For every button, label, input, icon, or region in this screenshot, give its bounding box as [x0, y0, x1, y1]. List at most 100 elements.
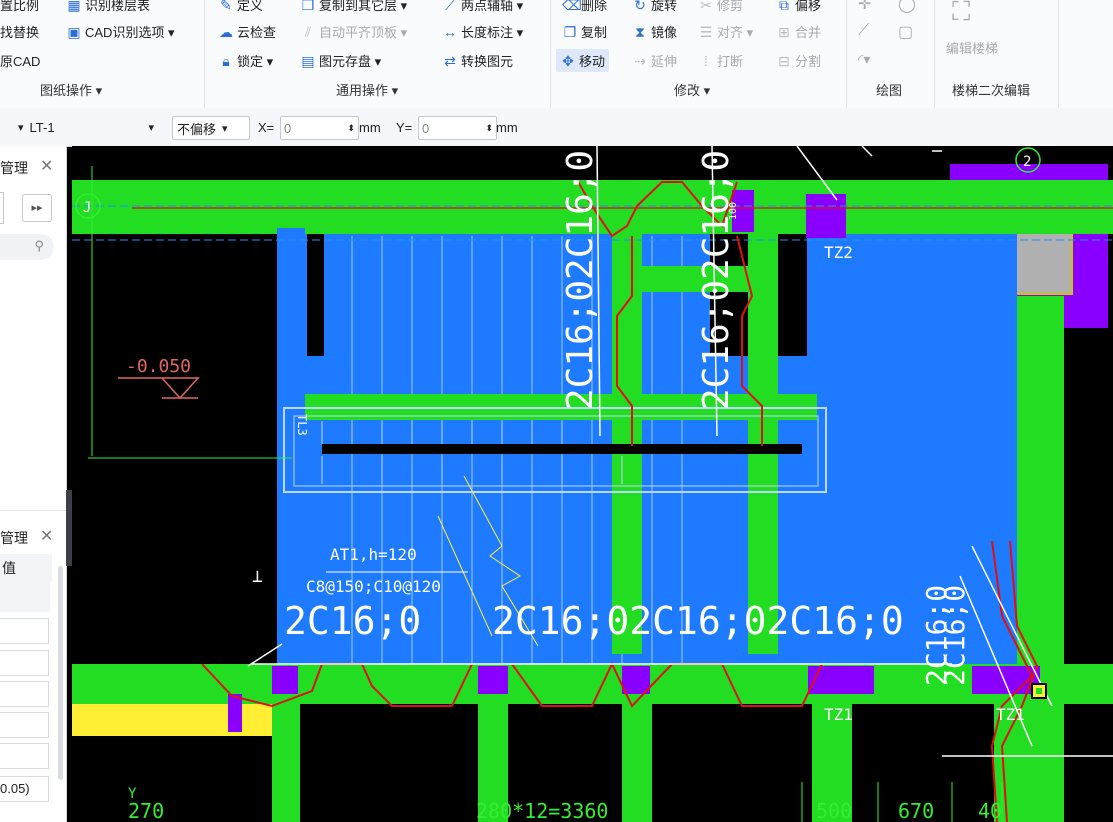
rebar-label-bottom: 2C16;02C16;02C16;0 [492, 599, 904, 643]
property-value-3[interactable] [0, 681, 49, 707]
ribbon: 置比例 ▦ 识别楼层表 找替换 ▣ CAD识别选项 ▾ 原CAD 图纸操作 ▾ ✎ 定… [0, 0, 1113, 109]
rotate-icon: ↻ [634, 0, 646, 13]
lock-icon: 🔒︎ [222, 52, 230, 69]
offset-mode-select[interactable]: 不偏移 ▾ [172, 116, 250, 140]
divider [0, 510, 66, 511]
trim-button[interactable]: ✂ 修剪 [698, 0, 743, 14]
axis-icon: ⟋ [445, 0, 455, 13]
two-point-axis-button[interactable]: ⟋ 两点辅轴 ▾ [442, 0, 523, 14]
panel-select-box[interactable] [0, 192, 4, 224]
left-panel: 管理 ✕ ▸▸ ⚲ 管理 ✕ 值 0.05) [0, 146, 67, 822]
mirror-button[interactable]: ⧗ 镜像 [632, 22, 677, 41]
align-icon: ☰ [699, 23, 713, 40]
extend-button[interactable]: ⇢ 延伸 [632, 51, 677, 70]
offset-icon: ⧉ [779, 0, 789, 13]
dim-bottom: 270 [128, 799, 164, 822]
restore-cad-button[interactable]: 原CAD [0, 51, 40, 70]
property-value-5[interactable] [0, 743, 49, 769]
dim-bottom: 40 [978, 799, 1002, 822]
offset-button[interactable]: ⧉ 偏移 [776, 0, 821, 14]
define-button[interactable]: ✎ 定义 [218, 0, 263, 14]
copy-to-layer-button[interactable]: ❐ 复制到其它层 ▾ [300, 0, 407, 14]
rectangle-tool-icon[interactable]: ▢ [898, 22, 913, 42]
save-element-button[interactable]: ▤ 图元存盘 ▾ [300, 51, 381, 70]
grip-handle-center [1036, 688, 1042, 694]
set-scale-button[interactable]: 置比例 [0, 0, 39, 14]
move-button[interactable]: ✥ 移动 [556, 49, 610, 72]
component-select[interactable]: ▾ LT-1 ▾ [18, 116, 158, 138]
edit-stairs-icon: ⛶ [952, 0, 971, 26]
search-icon: ⚲ [34, 238, 44, 253]
copy-layer-icon: ❐ [301, 0, 315, 13]
rebar-label-vertical: 2C16;02C16;0 [696, 150, 737, 410]
cad-options-button[interactable]: ▣ CAD识别选项 ▾ [66, 22, 174, 41]
group-label-drawing[interactable]: 图纸操作 ▾ [40, 80, 102, 99]
stair-start-mark: ⊥ [252, 566, 263, 587]
y-offset-input[interactable]: 0 ⬍ [418, 116, 497, 140]
cloud-check-button[interactable]: ☁ 云检查 [218, 22, 276, 41]
x-offset-input[interactable]: 0 ⬍ [280, 116, 359, 140]
property-value-4[interactable] [0, 712, 49, 738]
property-value-1[interactable] [0, 618, 49, 644]
ribbon-group-draw: ✛ ◯ ⟋ ▢ ◜▾ 绘图 [846, 0, 935, 108]
convert-element-button[interactable]: ⇄ 转换图元 [442, 51, 513, 70]
define-icon: ✎ [220, 0, 232, 13]
trim-icon: ✂ [700, 0, 712, 13]
split-button[interactable]: ⊟ 分割 [776, 51, 821, 70]
x-label: X= [258, 119, 275, 135]
copy-button[interactable]: ❐ 复制 [562, 22, 607, 41]
ribbon-group-modify: ⌫ 删除 ↻ 旋转 ✂ 修剪 ⧉ 偏移 ❐ 复制 ⧗ 镜像 ☰ 对齐 ▾ ⊞ 合并 ✥ 移动 ⇢ 延… [550, 0, 847, 108]
move-icon: ✥ [562, 52, 574, 69]
cad-canvas[interactable]: 1750 J 2 -0.050 2C16;02C16;0 2C16;02C16;… [72, 146, 1113, 822]
x-unit: mm [359, 119, 381, 135]
tz-label: TZ2 [824, 243, 853, 262]
scrollbar[interactable] [58, 566, 63, 780]
mirror-icon: ⧗ [635, 23, 645, 40]
line-tool-icon[interactable]: ⟋ [858, 22, 869, 40]
cloud-check-icon: ☁ [219, 23, 233, 40]
merge-button[interactable]: ⊞ 合并 [776, 22, 821, 41]
tz-label: TZ1 [996, 705, 1025, 724]
length-dimension-button[interactable]: ↔ 长度标注 ▾ [442, 22, 523, 41]
circle-tool-icon[interactable]: ◯ [898, 0, 916, 14]
break-button[interactable]: ⁞ 打断 [698, 51, 743, 70]
dim-bottom: 500 [816, 799, 852, 822]
axis-label-j: J [83, 200, 91, 216]
rebar-label-bottom: 2C16;0 [284, 599, 421, 643]
group-label-modify[interactable]: 修改 ▾ [674, 80, 710, 99]
ribbon-group-stairs: ⛶ 编辑楼梯 楼梯二次编辑 [934, 0, 1059, 108]
align-top-icon: ⫽ [304, 23, 312, 40]
layer-table-icon: ▦ [67, 0, 81, 13]
stair-label: AT1,h=120 [330, 545, 417, 564]
save-element-icon: ▤ [301, 52, 315, 69]
expand-icon[interactable]: ▸▸ [22, 194, 52, 222]
dim-bottom: 670 [898, 799, 934, 822]
lock-button[interactable]: 🔒︎ 锁定 ▾ [218, 51, 273, 70]
group-label-general[interactable]: 通用操作 ▾ [336, 80, 398, 99]
rotate-button[interactable]: ↻ 旋转 [632, 0, 677, 14]
search-box[interactable]: ⚲ [0, 234, 54, 260]
align-button[interactable]: ☰ 对齐 ▾ [698, 22, 753, 41]
gap [322, 444, 612, 454]
delete-button[interactable]: ⌫ 删除 [562, 0, 607, 14]
close-icon[interactable]: ✕ [40, 156, 53, 176]
find-replace-button[interactable]: 找替换 [0, 22, 39, 41]
property-column-header: 值 [0, 554, 52, 582]
tz-label: TZ1 [824, 705, 853, 724]
auto-align-top-button[interactable]: ⫽ 自动平齐顶板 ▾ [300, 22, 407, 41]
y-axis-indicator: Y [128, 786, 137, 802]
point-tool-icon[interactable]: ✛ [858, 0, 871, 14]
rebar-label-vertical: 2C16;0 [938, 585, 971, 686]
split-icon: ⊟ [778, 52, 790, 69]
post [272, 704, 300, 822]
arc-tool-icon[interactable]: ◜▾ [858, 51, 870, 68]
panel-title-2: 管理 [0, 530, 28, 546]
ribbon-group-drawing: 置比例 ▦ 识别楼层表 找替换 ▣ CAD识别选项 ▾ 原CAD 图纸操作 ▾ [0, 0, 205, 108]
property-value-elevation[interactable]: 0.05) [0, 776, 49, 802]
close-icon[interactable]: ✕ [40, 526, 53, 546]
convert-icon: ⇄ [444, 52, 456, 69]
beam-label: TL3 [295, 414, 309, 436]
property-value-2[interactable] [0, 650, 49, 676]
edit-stairs-button[interactable]: 编辑楼梯 [946, 38, 998, 57]
identify-floor-table-button[interactable]: ▦ 识别楼层表 [66, 0, 150, 14]
